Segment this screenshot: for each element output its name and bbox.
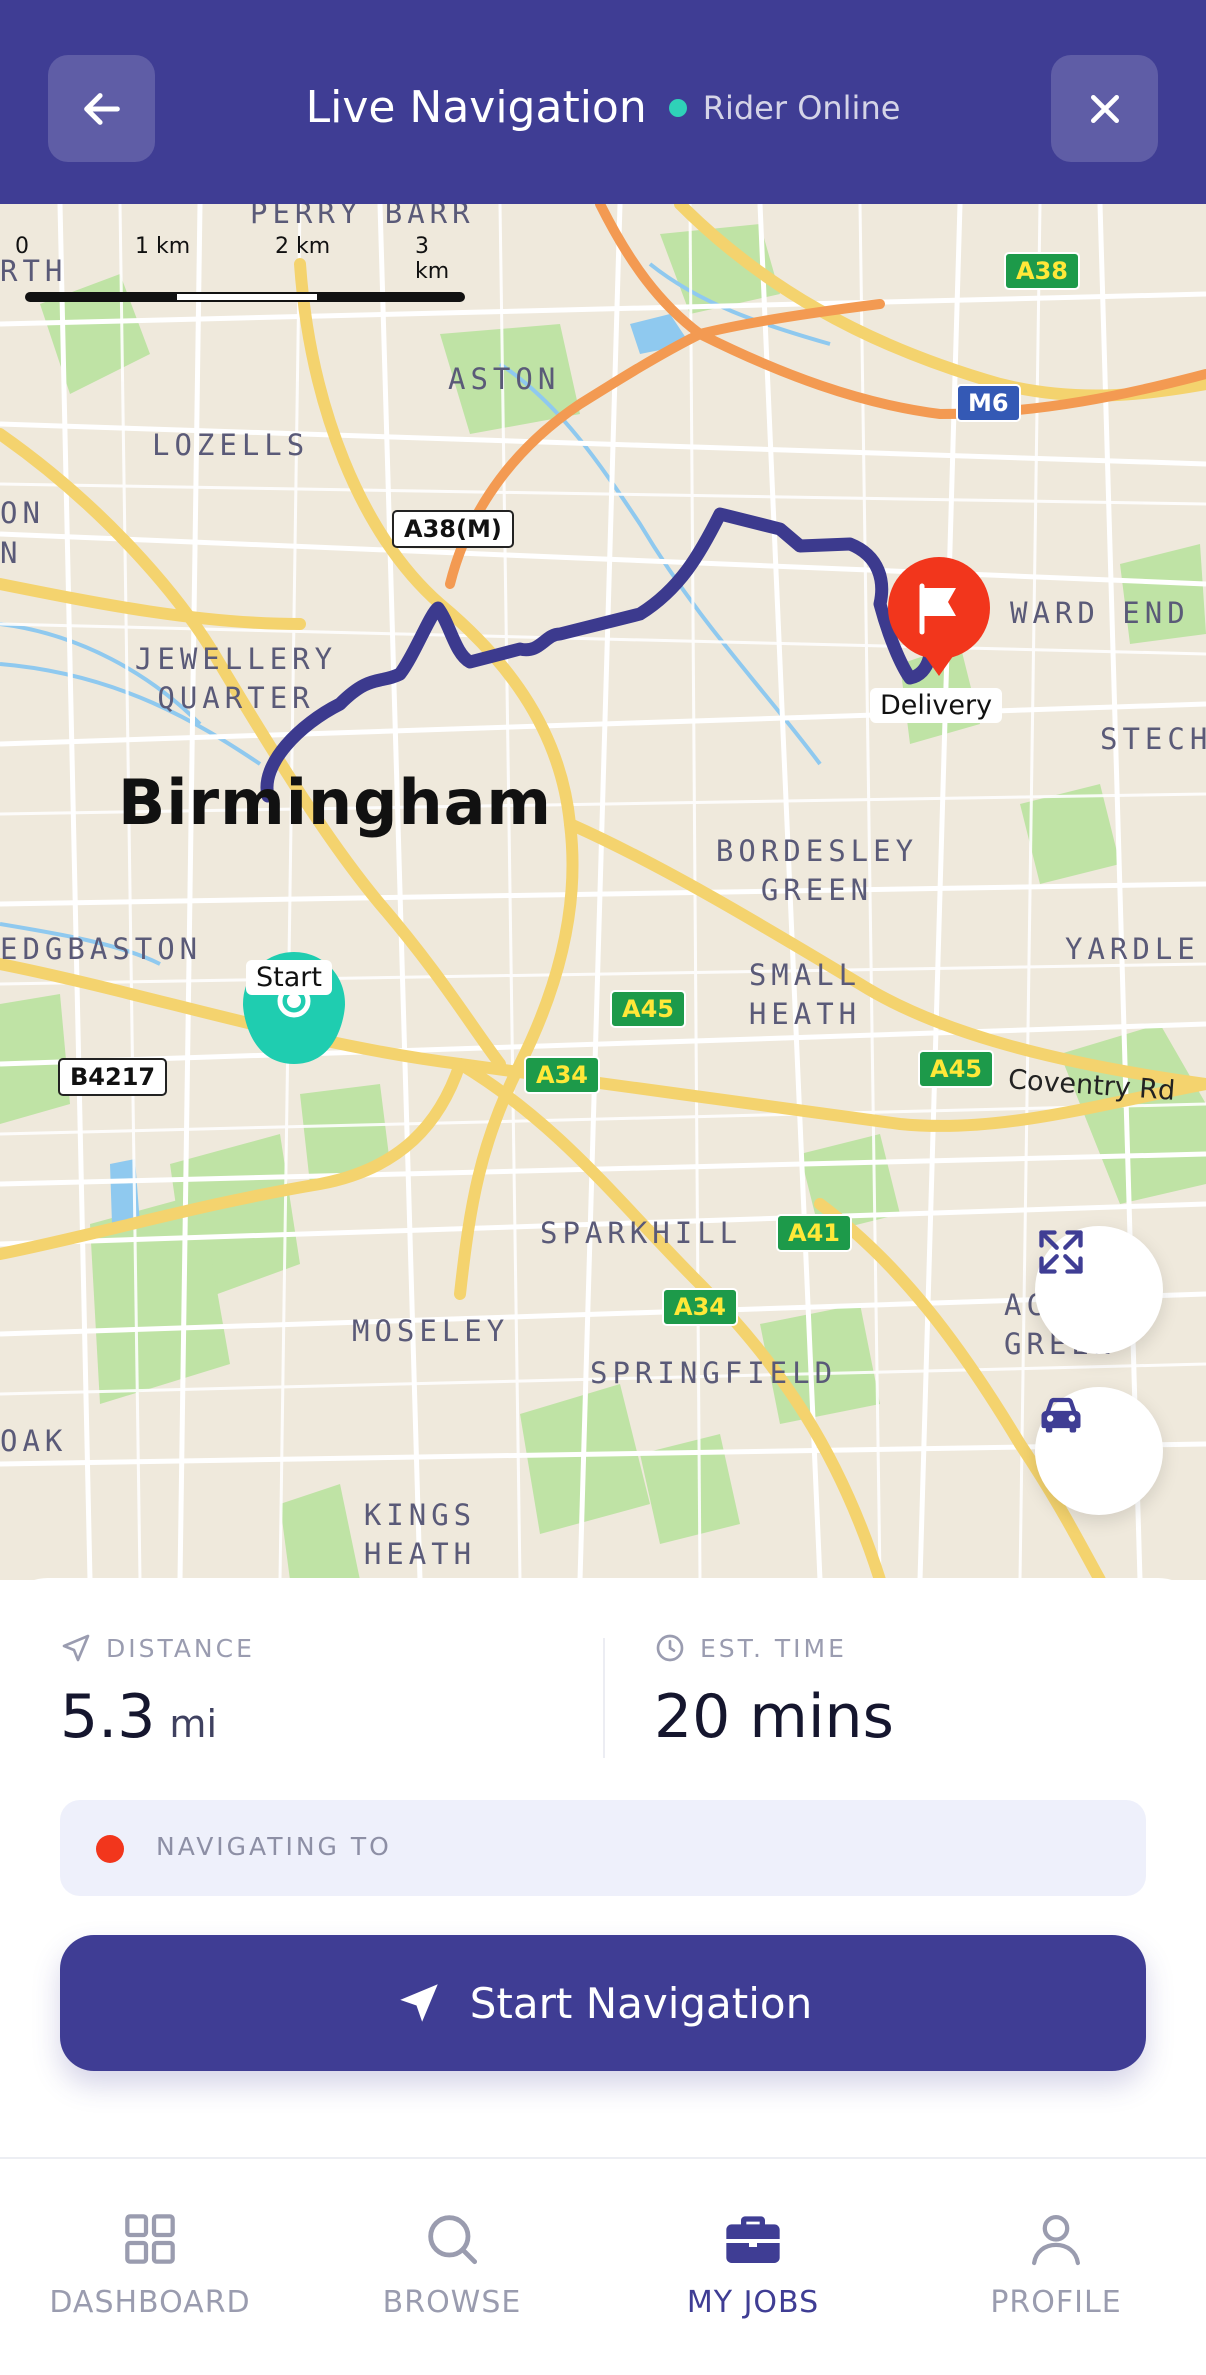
distance-label-text: DISTANCE bbox=[106, 1633, 255, 1663]
scale-label: 3 km bbox=[415, 234, 450, 284]
area-label: OAK bbox=[0, 1424, 68, 1458]
area-label: SMALL HEATH bbox=[748, 958, 862, 1032]
area-label: JEWELLERY QUARTER bbox=[134, 642, 338, 716]
road-shield: B4217 bbox=[58, 1058, 168, 1096]
area-label: ASTON bbox=[448, 362, 561, 396]
road-shield: A45 bbox=[918, 1050, 994, 1088]
navigation-arrow-icon bbox=[400, 1984, 438, 2022]
city-label: Birmingham bbox=[118, 766, 553, 839]
road-shield: A41 bbox=[776, 1214, 852, 1252]
nav-item-browse[interactable]: BROWSE bbox=[302, 2207, 602, 2320]
map-scale: 0 1 km 2 km 3 km bbox=[15, 234, 465, 304]
time-label-text: EST. TIME bbox=[700, 1633, 847, 1663]
clock-icon bbox=[656, 1634, 684, 1662]
bottom-nav: DASHBOARD BROWSE MY JOBS PROFILE bbox=[0, 2157, 1206, 2375]
expand-icon bbox=[1039, 1230, 1083, 1274]
app-header: Live Navigation Rider Online bbox=[0, 0, 1206, 204]
area-label: N bbox=[0, 536, 23, 570]
area-label: YARDLE bbox=[1065, 932, 1200, 966]
scale-bar-segment bbox=[177, 294, 317, 300]
delivery-label: Delivery bbox=[870, 688, 1003, 723]
header-title-group: Live Navigation Rider Online bbox=[0, 82, 1206, 133]
car-icon bbox=[1041, 1397, 1081, 1433]
nav-label: MY JOBS bbox=[686, 2285, 820, 2320]
start-navigation-button[interactable]: Start Navigation bbox=[60, 1935, 1146, 2071]
road-shield: A45 bbox=[610, 990, 686, 1028]
fullscreen-button[interactable] bbox=[1035, 1226, 1163, 1354]
start-navigation-label: Start Navigation bbox=[469, 1978, 813, 2028]
close-icon bbox=[1090, 94, 1119, 123]
area-label: SPARKHILL bbox=[540, 1216, 743, 1250]
area-label: BORDESLEY GREEN bbox=[715, 834, 919, 908]
road-shield: A34 bbox=[524, 1056, 600, 1094]
online-status-dot bbox=[668, 98, 687, 117]
area-label: LOZELLS bbox=[152, 428, 310, 462]
rider-status: Rider Online bbox=[702, 88, 901, 127]
user-icon bbox=[1032, 2215, 1080, 2266]
area-label: PERRY BARR bbox=[250, 204, 475, 230]
road-shield: A34 bbox=[662, 1288, 738, 1326]
road-shield: A38(M) bbox=[392, 510, 514, 548]
route-line bbox=[260, 507, 938, 803]
area-label: RTH bbox=[0, 254, 68, 288]
stats-divider bbox=[603, 1638, 605, 1758]
area-label: EDGBASTON bbox=[0, 932, 203, 966]
briefcase-icon bbox=[726, 2216, 780, 2263]
destination-label: NAVIGATING TO bbox=[156, 1832, 392, 1861]
scale-label: 1 km bbox=[135, 234, 191, 259]
search-icon bbox=[428, 2215, 478, 2265]
area-label: ON bbox=[0, 496, 45, 530]
trip-summary-sheet: DISTANCE 5.3 mi EST. TIME 20 mins NAVIGAT… bbox=[0, 1578, 1206, 2158]
area-label: SPRINGFIELD bbox=[590, 1356, 838, 1390]
area-label: WARD END bbox=[1010, 596, 1190, 630]
distance-value: 5.3 bbox=[60, 1682, 156, 1752]
nav-label: DASHBOARD bbox=[49, 2285, 251, 2320]
distance-value-group: 5.3 mi bbox=[60, 1682, 217, 1752]
nav-label: BROWSE bbox=[382, 2285, 522, 2320]
nav-item-dashboard[interactable]: DASHBOARD bbox=[0, 2207, 300, 2320]
distance-label: DISTANCE bbox=[60, 1632, 255, 1664]
nav-label: PROFILE bbox=[990, 2285, 1122, 2320]
destination-row[interactable]: NAVIGATING TO bbox=[60, 1800, 1146, 1896]
time-value: 20 mins bbox=[654, 1682, 894, 1752]
area-label: MOSELEY bbox=[352, 1314, 510, 1348]
area-label: KINGS HEATH bbox=[363, 1498, 477, 1572]
nav-item-profile[interactable]: PROFILE bbox=[906, 2207, 1206, 2320]
time-label: EST. TIME bbox=[654, 1632, 847, 1664]
vehicle-mode-button[interactable] bbox=[1035, 1387, 1163, 1515]
destination-dot-icon bbox=[96, 1835, 124, 1863]
navigation-arrow-icon bbox=[62, 1634, 90, 1662]
grid-icon bbox=[125, 2214, 175, 2264]
road-shield: A38 bbox=[1004, 252, 1080, 290]
nav-item-my-jobs[interactable]: MY JOBS bbox=[603, 2207, 903, 2320]
close-button[interactable] bbox=[1051, 55, 1158, 162]
start-label: Start bbox=[246, 960, 332, 995]
page-title: Live Navigation bbox=[305, 82, 647, 133]
distance-unit: mi bbox=[169, 1702, 217, 1746]
area-label: STECH bbox=[1100, 722, 1206, 756]
road-shield: M6 bbox=[956, 384, 1021, 422]
route-map[interactable]: 0 1 km 2 km 3 km PERRY BARR ASTON LOZELL… bbox=[0, 204, 1206, 1580]
scale-label: 2 km bbox=[275, 234, 331, 259]
